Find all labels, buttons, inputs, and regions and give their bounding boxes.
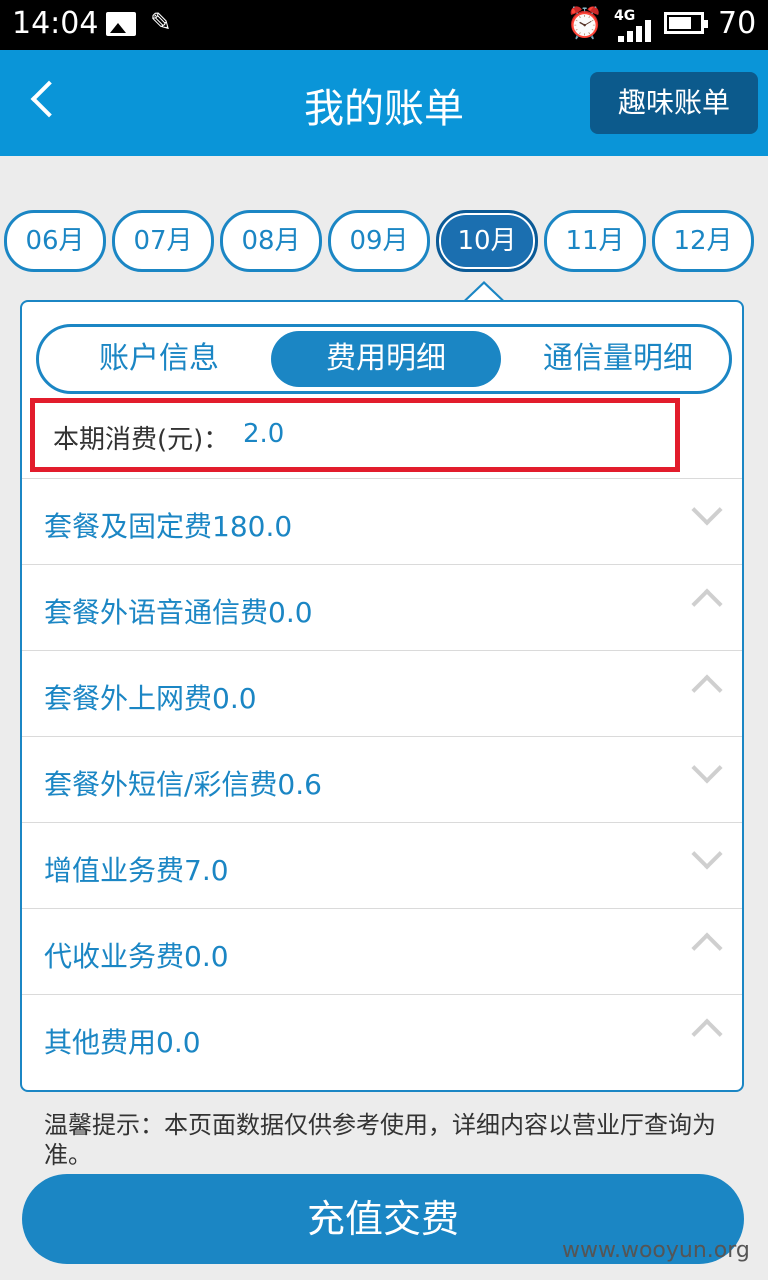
chevron-down-icon[interactable]: [691, 494, 723, 526]
image-icon: [106, 12, 136, 36]
status-time: 14:04: [12, 6, 99, 41]
fun-bill-button[interactable]: 趣味账单: [590, 72, 758, 134]
chevron-up-icon[interactable]: [691, 932, 723, 964]
chevron-up-icon[interactable]: [691, 674, 723, 706]
month-tab-08[interactable]: 08月: [220, 210, 322, 272]
fee-row-label: 套餐外短信/彩信费0.6: [44, 768, 322, 801]
battery-level: 70: [718, 6, 757, 41]
month-tab-06[interactable]: 06月: [4, 210, 106, 272]
status-bar: 14:04 ✎ ⏰ 4G 70: [0, 0, 768, 50]
chevron-down-icon[interactable]: [691, 752, 723, 784]
fee-row-label: 代收业务费0.0: [44, 940, 229, 973]
month-tab-07[interactable]: 07月: [112, 210, 214, 272]
panel-pointer: [462, 281, 506, 303]
month-tab-10[interactable]: 10月: [436, 210, 538, 272]
signal-icon: [618, 20, 652, 42]
chevron-up-icon[interactable]: [691, 1018, 723, 1050]
tab-account-info[interactable]: 账户信息: [59, 331, 259, 387]
fee-row-value-added[interactable]: 增值业务费7.0: [22, 822, 742, 908]
tab-usage-details[interactable]: 通信量明细: [513, 331, 723, 387]
segment-control: 账户信息 费用明细 通信量明细: [36, 324, 732, 394]
fee-row-label: 套餐外上网费0.0: [44, 682, 257, 715]
month-tab-11[interactable]: 11月: [544, 210, 646, 272]
fee-row-sms[interactable]: 套餐外短信/彩信费0.6: [22, 736, 742, 822]
alarm-icon: ⏰: [566, 6, 604, 41]
month-selector: 06月 07月 08月 09月 10月 11月 12月: [0, 210, 768, 272]
current-spending: 本期消费(元)： 2.0: [30, 398, 680, 472]
tab-fee-details[interactable]: 费用明细: [271, 331, 501, 387]
fee-row-label: 其他费用0.0: [44, 1026, 201, 1059]
chevron-down-icon[interactable]: [691, 838, 723, 870]
watermark: www.wooyun.org: [562, 1238, 750, 1263]
bill-panel: 账户信息 费用明细 通信量明细 本期消费(元)： 2.0 套餐及固定费180.0…: [20, 300, 744, 1092]
current-spending-value: 2.0: [243, 419, 285, 449]
battery-icon: [664, 12, 708, 34]
current-spending-label: 本期消费(元)：: [53, 425, 230, 455]
fee-row-collection[interactable]: 代收业务费0.0: [22, 908, 742, 994]
fee-row-data[interactable]: 套餐外上网费0.0: [22, 650, 742, 736]
fee-row-label: 套餐外语音通信费0.0: [44, 596, 313, 629]
month-tab-09[interactable]: 09月: [328, 210, 430, 272]
fee-row-voice[interactable]: 套餐外语音通信费0.0: [22, 564, 742, 650]
brush-icon: ✎: [150, 8, 172, 38]
chevron-up-icon[interactable]: [691, 588, 723, 620]
header-bar: 我的账单 趣味账单: [0, 50, 768, 156]
notice-text: 温馨提示：本页面数据仅供参考使用，详细内容以营业厅查询为准。: [44, 1111, 716, 1169]
fee-row-package[interactable]: 套餐及固定费180.0: [22, 478, 742, 564]
fee-row-label: 套餐及固定费180.0: [44, 510, 293, 543]
month-tab-12[interactable]: 12月: [652, 210, 754, 272]
fee-row-label: 增值业务费7.0: [44, 854, 229, 887]
fee-row-other[interactable]: 其他费用0.0: [22, 994, 742, 1080]
